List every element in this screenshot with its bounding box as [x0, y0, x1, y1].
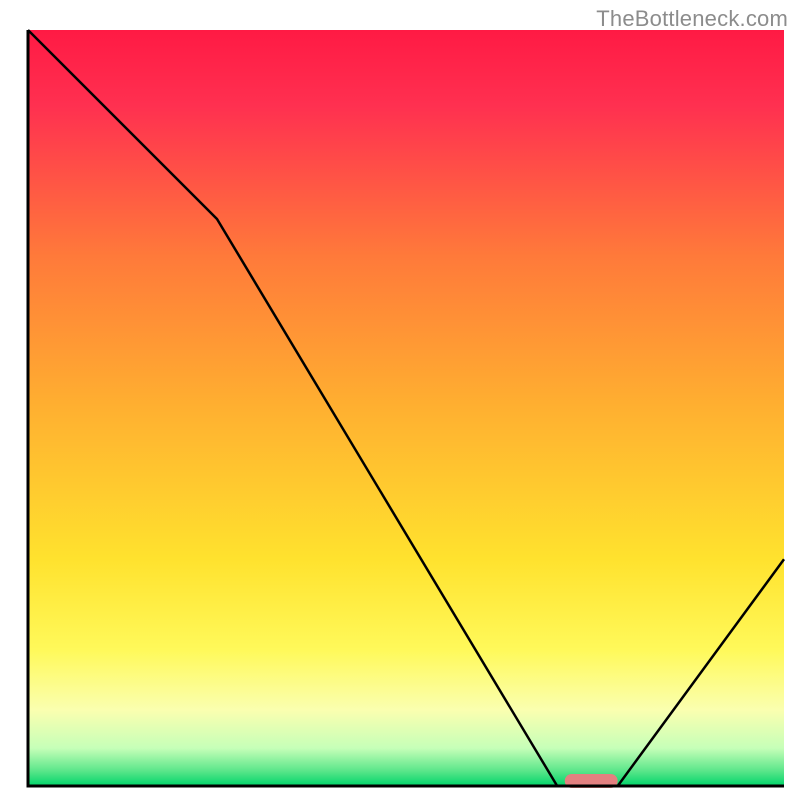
bottleneck-chart [0, 0, 800, 800]
chart-container: TheBottleneck.com [0, 0, 800, 800]
watermark-label: TheBottleneck.com [596, 6, 788, 32]
